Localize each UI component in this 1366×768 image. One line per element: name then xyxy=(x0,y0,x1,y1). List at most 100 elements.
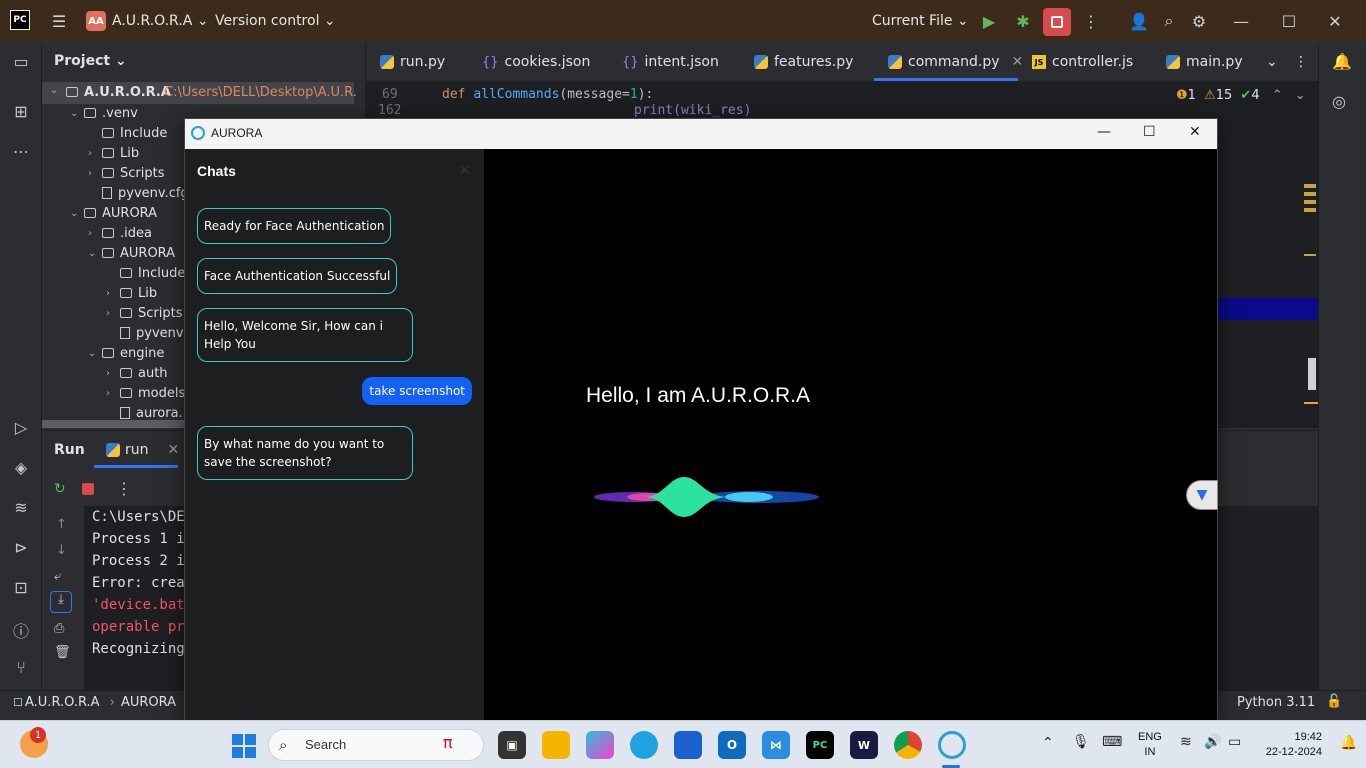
tab-command-py[interactable]: command.py ✕ xyxy=(888,54,1023,70)
system-clock[interactable]: 19:42 22-12-2024 xyxy=(1258,730,1322,760)
rerun-icon[interactable]: ↻ xyxy=(54,481,66,497)
structure-icon[interactable]: ⊞ xyxy=(10,102,32,124)
webex-icon[interactable]: W xyxy=(850,731,878,759)
main-menu-icon[interactable]: ☰ xyxy=(48,10,70,32)
tab-run-py[interactable]: run.py xyxy=(380,54,445,70)
language-indicator[interactable]: ENG IN xyxy=(1138,730,1162,760)
microphone-icon[interactable]: 🎙 xyxy=(1072,734,1090,750)
tree-item[interactable]: Include xyxy=(106,263,185,283)
tree-item[interactable]: Include xyxy=(88,123,167,143)
wifi-icon[interactable]: ≋ xyxy=(1180,734,1192,750)
add-user-icon[interactable]: 👤 xyxy=(1128,10,1150,32)
tree-item[interactable]: › Lib xyxy=(88,143,139,163)
tree-item[interactable]: › auth xyxy=(106,363,168,383)
chevron-right-icon[interactable]: › xyxy=(88,168,102,179)
pycharm-taskbar-icon[interactable]: PC xyxy=(806,731,834,759)
project-selector[interactable]: A.U.R.O.R.A ⌄ xyxy=(112,13,209,29)
print-icon[interactable]: ⎙ xyxy=(54,621,64,636)
battery-icon[interactable]: ▭ xyxy=(1228,734,1241,750)
stop-button[interactable] xyxy=(1043,8,1071,36)
stop-run-icon[interactable] xyxy=(82,483,94,495)
tree-item[interactable]: › .idea xyxy=(88,223,152,243)
ai-assistant-icon[interactable]: ◎ xyxy=(1332,92,1346,111)
tree-item[interactable]: ⌄ AURORA xyxy=(88,243,175,263)
project-folder-icon[interactable]: ▭ xyxy=(10,52,32,74)
tree-item[interactable]: › models xyxy=(106,383,185,403)
store-icon[interactable] xyxy=(674,731,702,759)
python-interpreter[interactable]: Python 3.11 xyxy=(1237,695,1315,710)
minimize-icon[interactable]: — xyxy=(1097,124,1111,140)
debug-icon[interactable]: ✱ xyxy=(1012,10,1034,32)
chevron-right-icon[interactable]: › xyxy=(88,228,102,239)
chevron-right-icon[interactable]: › xyxy=(106,288,120,299)
lock-icon[interactable]: 🔓 xyxy=(1326,694,1342,709)
volume-icon[interactable]: 🔊 xyxy=(1204,734,1221,750)
floating-shield-icon[interactable]: ▼ xyxy=(1186,480,1218,510)
taskbar-search-box[interactable]: ⌕ Search π xyxy=(268,729,484,761)
task-view-icon[interactable]: ▣ xyxy=(498,731,526,759)
scroll-to-end-icon[interactable]: ⤓ xyxy=(50,591,72,613)
tree-item[interactable]: ⌄ AURORA xyxy=(70,203,157,223)
run-config-selector[interactable]: Current File ⌄ xyxy=(872,13,969,29)
close-icon[interactable]: ✕ xyxy=(1324,10,1346,32)
project-panel-header[interactable]: Project ⌄ xyxy=(54,53,127,69)
file-explorer-icon[interactable] xyxy=(542,731,570,759)
tree-item[interactable]: › Lib xyxy=(106,283,157,303)
soft-wrap-icon[interactable]: ⤶ xyxy=(54,569,61,584)
chevron-down-icon[interactable]: ⌄ xyxy=(88,248,102,259)
copilot-icon[interactable] xyxy=(586,731,614,759)
windows-start-icon[interactable] xyxy=(232,734,256,758)
more-actions-icon[interactable]: ⋮ xyxy=(116,479,132,498)
minimize-icon[interactable]: — xyxy=(1230,10,1252,32)
settings-gear-icon[interactable]: ⚙ xyxy=(1188,10,1210,32)
git-icon[interactable]: ⑂ xyxy=(10,658,32,680)
tree-item[interactable]: › Scripts xyxy=(88,163,164,183)
chevron-down-icon[interactable]: ⌄ xyxy=(88,348,102,359)
pycharm-logo-icon[interactable]: PC xyxy=(10,10,30,30)
chevron-right-icon[interactable]: › xyxy=(88,148,102,159)
tab-controller-js[interactable]: JS controller.js xyxy=(1032,54,1133,70)
chevron-right-icon[interactable]: › xyxy=(106,368,120,379)
services-icon[interactable]: ⊳ xyxy=(10,538,32,560)
chevron-down-icon[interactable]: ⌄ xyxy=(1295,88,1306,103)
tree-root-row[interactable]: ⌄ A.U.R.O.R.A C:\Users\DELL\Desktop\A.U.… xyxy=(42,82,357,104)
chevron-up-icon[interactable]: ⌃ xyxy=(1042,735,1054,751)
chevron-down-icon[interactable]: ⌄ xyxy=(70,108,84,119)
chevron-right-icon[interactable]: › xyxy=(106,388,120,399)
vscode-icon[interactable]: ⋈ xyxy=(762,731,790,759)
chevron-up-icon[interactable]: ⌃ xyxy=(1272,88,1283,103)
run-icon[interactable]: ▶ xyxy=(978,10,1000,32)
trash-icon[interactable]: 🗑 xyxy=(54,645,71,660)
problems-icon[interactable]: ⓘ xyxy=(10,618,32,641)
run-tab[interactable]: run ✕ xyxy=(106,442,179,458)
tab-more-icon[interactable]: ⋮ xyxy=(1294,54,1308,70)
more-actions-icon[interactable]: ⋮ xyxy=(1080,10,1102,32)
tab-cookies-json[interactable]: {} cookies.json xyxy=(482,54,590,70)
tree-item[interactable]: pyvenv xyxy=(106,323,184,343)
scroll-up-icon[interactable]: ↑ xyxy=(56,517,67,532)
search-icon[interactable]: ⌕ xyxy=(1158,10,1180,32)
notifications-bell-icon[interactable]: 🔔 xyxy=(1332,52,1352,71)
close-chat-icon[interactable]: ✕ xyxy=(459,163,471,179)
breadcrumb-item[interactable]: AURORA xyxy=(121,695,176,710)
close-tab-icon[interactable]: ✕ xyxy=(1012,54,1024,70)
chevron-right-icon[interactable]: › xyxy=(106,308,120,319)
tab-overflow-icon[interactable]: ⌄ xyxy=(1266,54,1278,70)
vertical-scrollbar[interactable] xyxy=(1308,358,1316,390)
chevron-down-icon[interactable]: ⌄ xyxy=(70,208,84,219)
aurora-taskbar-icon[interactable] xyxy=(938,731,966,759)
tab-main-py[interactable]: main.py xyxy=(1166,54,1243,70)
layers-icon[interactable]: ≋ xyxy=(10,498,32,520)
breadcrumb-item[interactable]: A.U.R.O.R.A xyxy=(25,695,100,710)
python-console-icon[interactable]: ◈ xyxy=(10,458,32,480)
scroll-down-icon[interactable]: ↓ xyxy=(56,543,67,558)
keyboard-icon[interactable]: ⌨ xyxy=(1102,734,1122,750)
tab-features-py[interactable]: features.py xyxy=(754,54,853,70)
outlook-icon[interactable]: O xyxy=(718,731,746,759)
tree-item[interactable]: › Scripts xyxy=(106,303,182,323)
chrome-icon[interactable] xyxy=(894,731,922,759)
notification-center-icon[interactable]: 🔔 xyxy=(1340,735,1357,751)
tree-item[interactable]: pyvenv.cfg xyxy=(88,183,189,203)
inspection-widget[interactable]: ❶1 ⚠15 ✔4 ⌃ ⌄ xyxy=(1176,88,1306,103)
terminal-icon[interactable]: ⊡ xyxy=(10,578,32,600)
